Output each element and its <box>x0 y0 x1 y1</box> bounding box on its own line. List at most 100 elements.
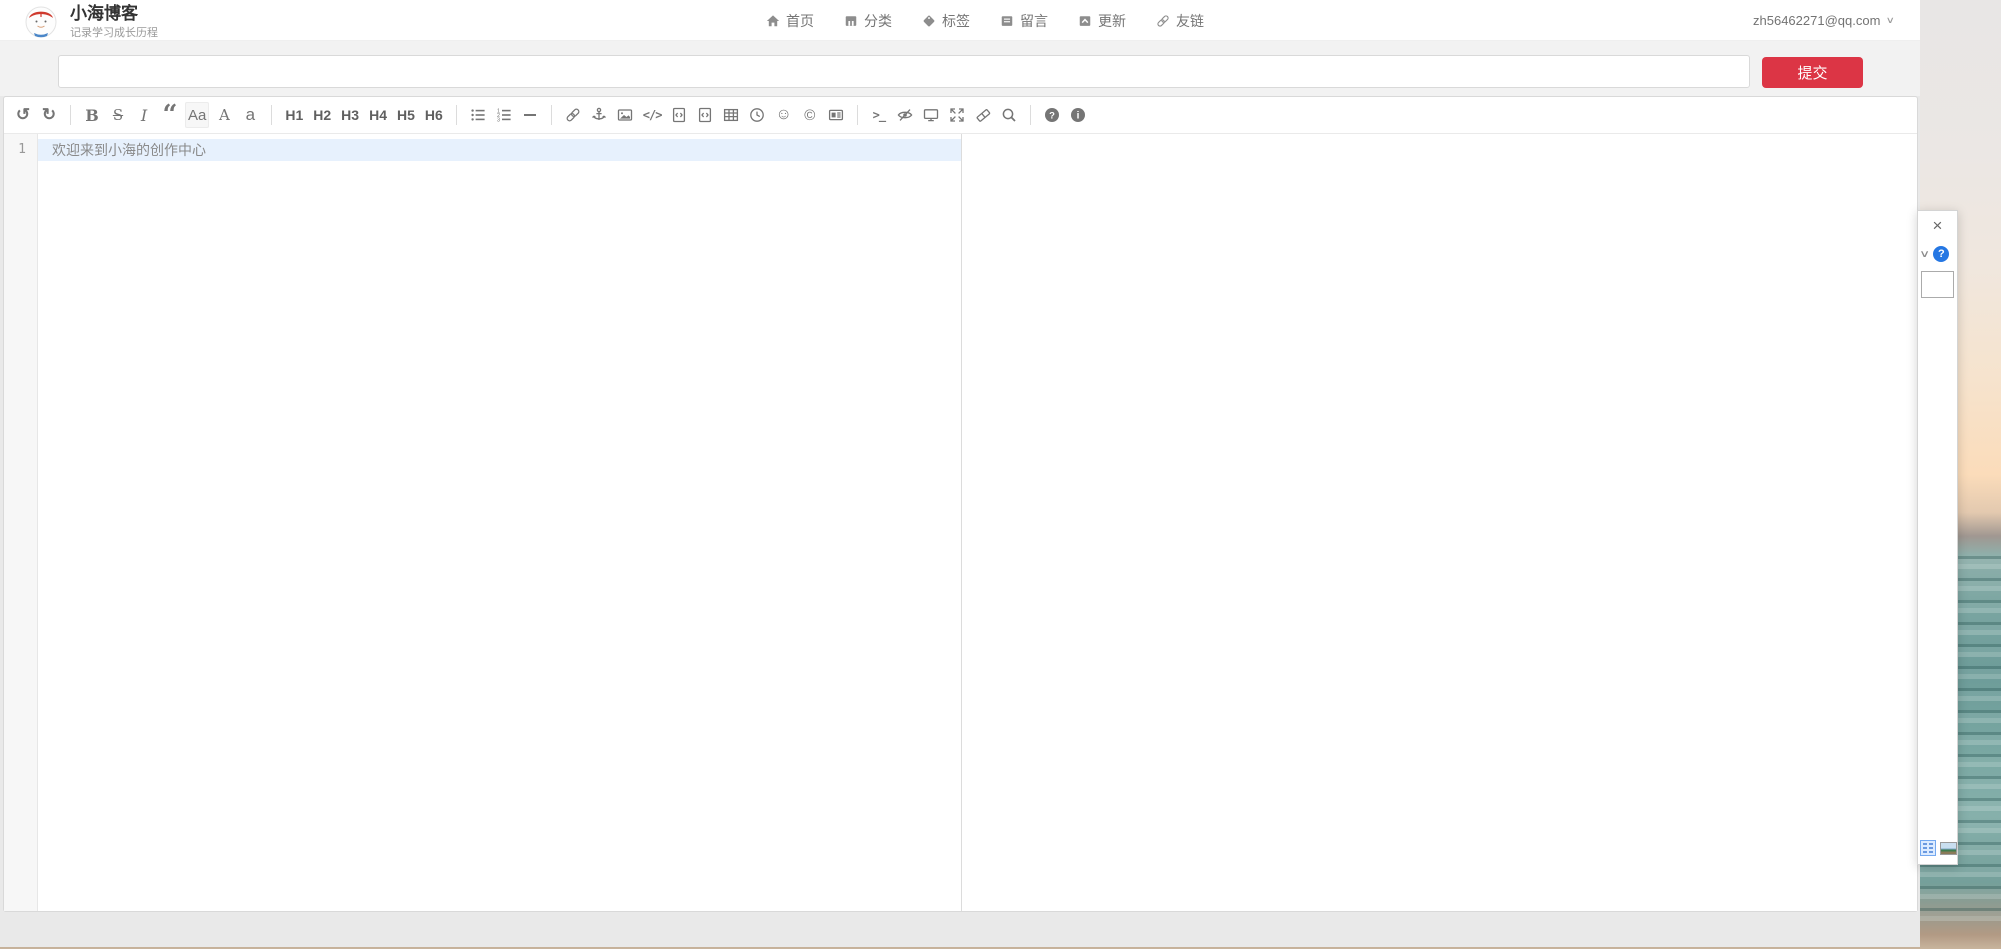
hr-icon <box>522 107 538 123</box>
nav-item-update[interactable]: 更新 <box>1078 11 1126 31</box>
nav-item-tag[interactable]: 标签 <box>922 11 970 31</box>
monitor-icon <box>923 107 939 123</box>
nav-item-friend-link[interactable]: 友链 <box>1156 11 1204 31</box>
toolbar-html-entities-button[interactable]: © <box>799 102 821 128</box>
nav-item-category[interactable]: 分类 <box>844 11 892 31</box>
editor-toolbar: ↺↻BSI“AaAaH1H2H3H4H5H6123</>☺©>_?i <box>4 97 1917 134</box>
toolbar-redo-button[interactable]: ↻ <box>38 102 60 128</box>
line-number-gutter: 1 <box>4 134 38 911</box>
toolbar-hr-button[interactable] <box>519 102 541 128</box>
toolbar-divider <box>70 105 71 125</box>
toolbar-table-button[interactable] <box>720 102 742 128</box>
toolbar-bold-button[interactable]: B <box>81 102 103 128</box>
toolbar-search-button[interactable] <box>998 102 1020 128</box>
toolbar-reference-link-button[interactable] <box>588 102 610 128</box>
toolbar-pagebreak-button[interactable] <box>825 102 847 128</box>
editor-body: 1 欢迎来到小海的创作中心 <box>4 134 1917 911</box>
post-title-input[interactable] <box>58 55 1750 88</box>
preview-pane <box>962 134 1917 911</box>
site-title: 小海博客 <box>70 4 158 23</box>
extension-popup: × ∨ ? <box>1917 210 1958 865</box>
nav-item-label: 更新 <box>1098 11 1126 31</box>
toolbar-emoji-button[interactable]: ☺ <box>772 102 794 128</box>
user-menu[interactable]: zh56462271@qq.com ∨ <box>1753 0 1894 41</box>
eye-slash-icon <box>897 107 913 123</box>
anchor-icon <box>591 107 607 123</box>
markdown-editor: ↺↻BSI“AaAaH1H2H3H4H5H6123</>☺©>_?i 1 欢迎来… <box>3 96 1918 912</box>
toolbar-lowercase-button[interactable]: a <box>239 102 261 128</box>
toolbar-preformatted-text-button[interactable] <box>668 102 690 128</box>
code-pane[interactable]: 欢迎来到小海的创作中心 <box>38 134 961 911</box>
editor-line: 欢迎来到小海的创作中心 <box>38 139 961 161</box>
toolbar-h3-button[interactable]: H3 <box>338 102 362 128</box>
toolbar-divider <box>271 105 272 125</box>
page: 小海博客 记录学习成长历程 首页 分类 标签 留言 更新 友链 zh56462271@qq… <box>0 0 2001 949</box>
toolbar-help-button[interactable]: ? <box>1041 102 1063 128</box>
toolbar-undo-button[interactable]: ↺ <box>12 102 34 128</box>
toolbar-watch-button[interactable] <box>894 102 916 128</box>
image-icon <box>617 107 633 123</box>
toolbar-list-ol-button[interactable]: 123 <box>493 102 515 128</box>
list-ol-icon: 123 <box>496 107 512 123</box>
toolbar-code-block-button[interactable] <box>694 102 716 128</box>
toolbar-h5-button[interactable]: H5 <box>394 102 418 128</box>
chevron-down-icon[interactable]: ∨ <box>1919 249 1930 260</box>
svg-text:i: i <box>1076 111 1079 122</box>
site-header: 小海博客 记录学习成长历程 首页 分类 标签 留言 更新 友链 zh56462271@qq… <box>0 0 1920 41</box>
file-code-icon <box>671 107 687 123</box>
toolbar-strikethrough-button[interactable]: S <box>107 102 129 128</box>
toolbar-h2-button[interactable]: H2 <box>310 102 334 128</box>
friend-link-icon <box>1156 14 1170 28</box>
user-email: zh56462271@qq.com <box>1753 13 1880 28</box>
toolbar-link-button[interactable] <box>562 102 584 128</box>
toolbar-italic-button[interactable]: I <box>133 102 155 128</box>
toolbar-image-button[interactable] <box>614 102 636 128</box>
toolbar-quote-button[interactable]: “ <box>159 102 181 128</box>
toolbar-uppercase-button[interactable]: A <box>213 102 235 128</box>
nav-item-label: 分类 <box>864 11 892 31</box>
toolbar-h1-button[interactable]: H1 <box>282 102 306 128</box>
toolbar-divider <box>456 105 457 125</box>
help-circle-icon: ? <box>1044 107 1060 123</box>
list-ul-icon <box>470 107 486 123</box>
pagebreak-icon <box>828 107 844 123</box>
site-subtitle: 记录学习成长历程 <box>70 24 158 40</box>
category-icon <box>844 14 858 28</box>
toolbar-list-ul-button[interactable] <box>467 102 489 128</box>
toolbar-ucwords-button[interactable]: Aa <box>185 102 209 128</box>
table-icon <box>723 107 739 123</box>
toolbar-divider <box>857 105 858 125</box>
popup-controls-row: ∨ ? <box>1918 246 1957 262</box>
expand-icon <box>949 107 965 123</box>
site-logo-avatar <box>25 6 57 38</box>
nav-item-label: 友链 <box>1176 11 1204 31</box>
image-view-icon[interactable] <box>1940 842 1957 855</box>
toolbar-clear-button[interactable] <box>972 102 994 128</box>
compose-row: 提交 <box>0 41 1920 96</box>
popup-input-box[interactable] <box>1921 271 1954 298</box>
popup-bottom-icons <box>1918 840 1957 856</box>
tag-icon <box>922 14 936 28</box>
nav-item-label: 标签 <box>942 11 970 31</box>
close-icon[interactable]: × <box>1933 218 1943 233</box>
file-code-icon <box>697 107 713 123</box>
help-icon[interactable]: ? <box>1933 246 1949 262</box>
toolbar-info-button[interactable]: i <box>1067 102 1089 128</box>
nav-item-home[interactable]: 首页 <box>766 11 814 31</box>
toolbar-goto-line-button[interactable]: >_ <box>868 102 890 128</box>
submit-button[interactable]: 提交 <box>1762 57 1863 88</box>
eraser-icon <box>975 107 991 123</box>
toolbar-fullscreen-button[interactable] <box>946 102 968 128</box>
toolbar-datetime-button[interactable] <box>746 102 768 128</box>
site-brand[interactable]: 小海博客 记录学习成长历程 <box>25 4 158 40</box>
list-view-icon[interactable] <box>1920 840 1936 856</box>
svg-text:?: ? <box>1049 110 1055 121</box>
home-icon <box>766 14 780 28</box>
toolbar-h6-button[interactable]: H6 <box>422 102 446 128</box>
nav-item-message[interactable]: 留言 <box>1000 11 1048 31</box>
toolbar-h4-button[interactable]: H4 <box>366 102 390 128</box>
update-icon <box>1078 14 1092 28</box>
toolbar-preview-button[interactable] <box>920 102 942 128</box>
toolbar-code-button[interactable]: </> <box>640 102 665 128</box>
line-number: 1 <box>4 139 37 161</box>
